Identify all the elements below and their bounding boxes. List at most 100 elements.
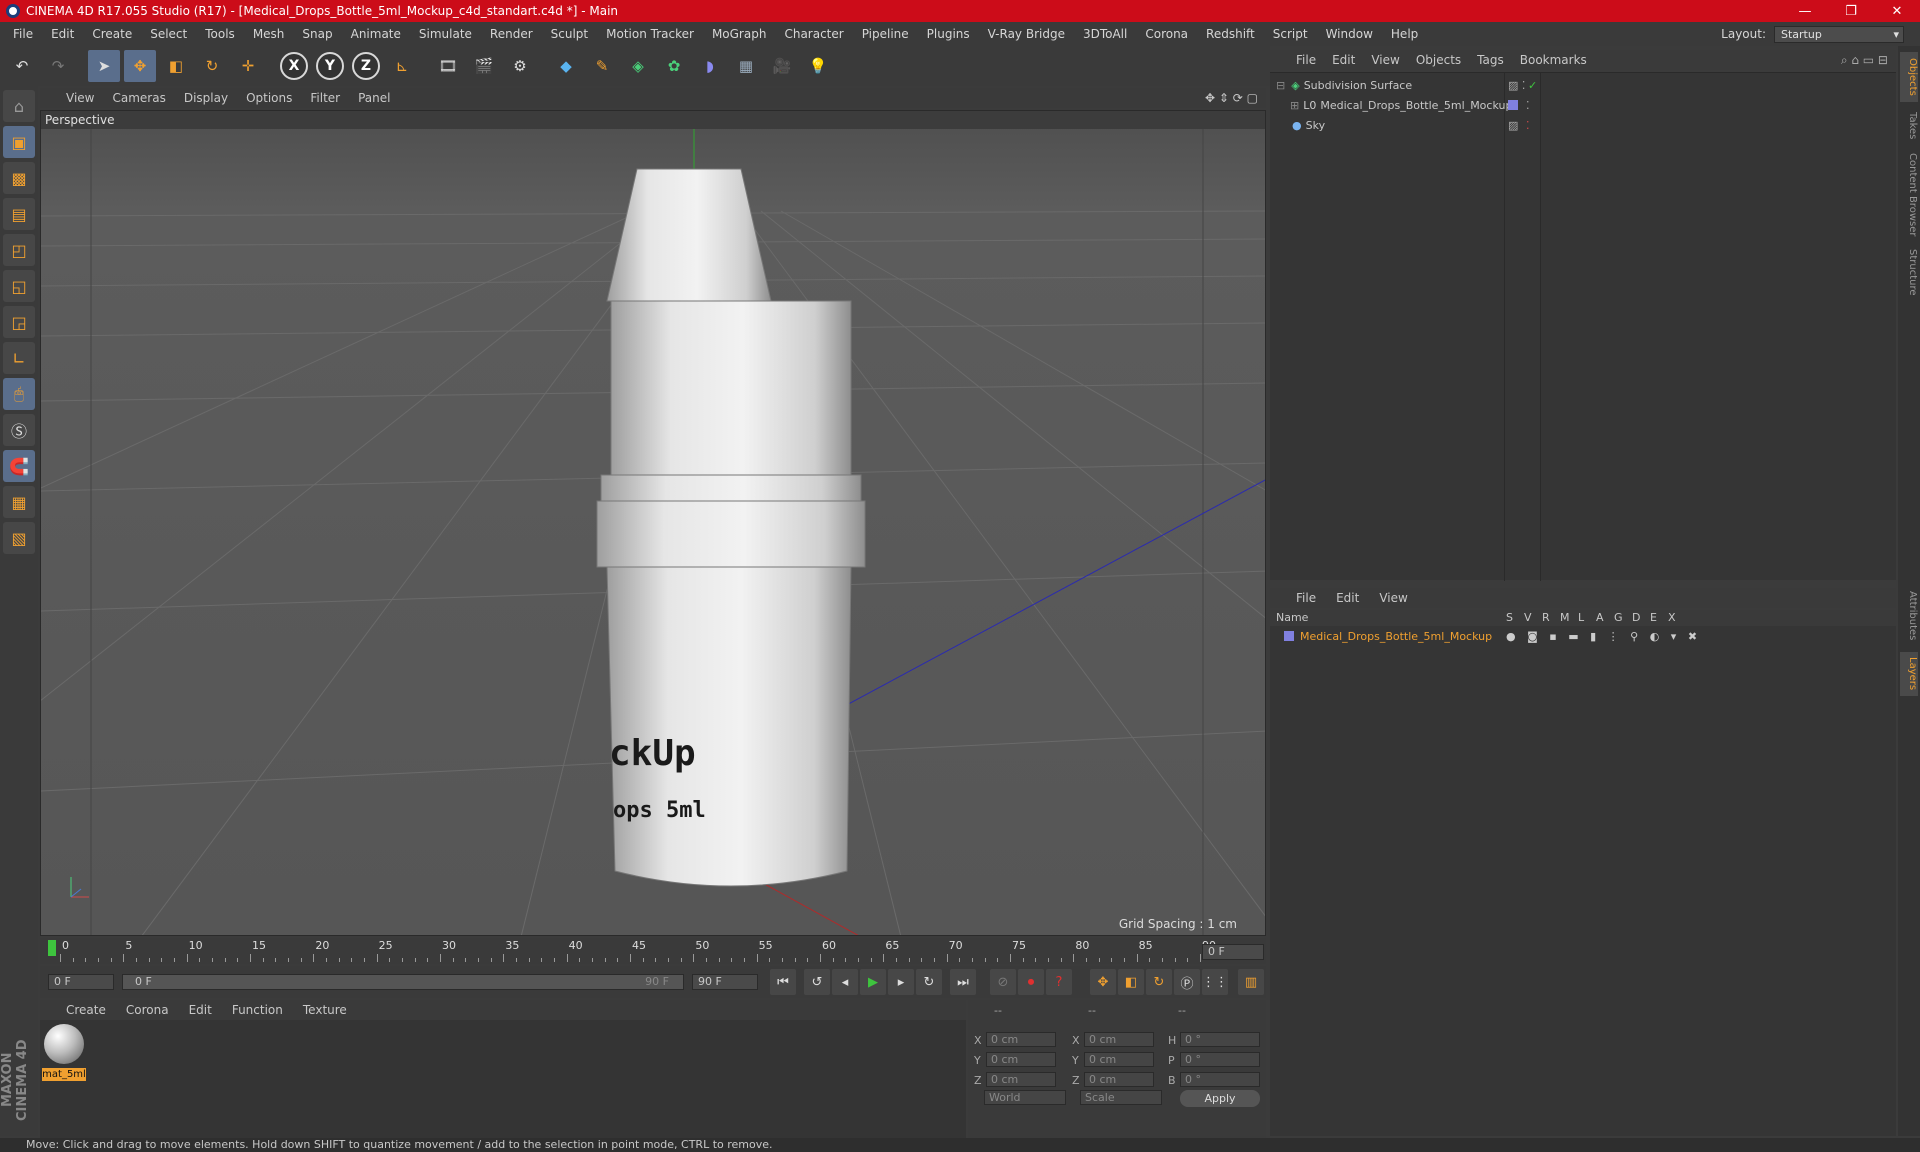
playhead-marker[interactable] — [48, 940, 56, 956]
material-preview-ball[interactable] — [44, 1024, 84, 1064]
enabled-check-icon[interactable]: ✓ — [1528, 79, 1537, 92]
menu-mograph[interactable]: MoGraph — [703, 27, 776, 41]
rotate-icon[interactable]: ↻ — [196, 50, 228, 82]
viewport-nav-icons[interactable]: ✥ ⇕ ⟳ ▢ — [1205, 91, 1258, 105]
layer-name[interactable]: Medical_Drops_Bottle_5ml_Mockup — [1300, 630, 1492, 643]
viewport-menu-options[interactable]: Options — [246, 91, 292, 105]
go-to-start-icon[interactable]: ⏮ — [770, 969, 796, 995]
size-x-field[interactable]: 0 cm — [1084, 1032, 1154, 1047]
menu-redshift[interactable]: Redshift — [1197, 27, 1264, 41]
3d-viewport[interactable]: ckUp ops 5ml Perspective Grid Spacing : … — [40, 110, 1266, 936]
menu-select[interactable]: Select — [141, 27, 196, 41]
menu-plugins[interactable]: Plugins — [918, 27, 979, 41]
menu-vray-bridge[interactable]: V-Ray Bridge — [979, 27, 1074, 41]
object-menu-file[interactable]: File — [1296, 53, 1316, 67]
next-frame-icon[interactable]: ▸ — [888, 969, 914, 995]
material-menu-texture[interactable]: Texture — [303, 1003, 347, 1017]
menu-motion-tracker[interactable]: Motion Tracker — [597, 27, 703, 41]
play-icon[interactable]: ▶ — [860, 969, 886, 995]
material-name-label[interactable]: mat_5ml — [42, 1068, 86, 1081]
select-arrow-icon[interactable]: ➤ — [88, 50, 120, 82]
edges-mode-icon[interactable]: ◱ — [3, 270, 35, 302]
menu-animate[interactable]: Animate — [342, 27, 410, 41]
current-frame-field[interactable]: 0 F — [1202, 944, 1264, 960]
menu-script[interactable]: Script — [1264, 27, 1317, 41]
close-button[interactable]: ✕ — [1874, 4, 1920, 19]
menu-snap[interactable]: Snap — [293, 27, 341, 41]
key-rotation-icon[interactable]: ↻ — [1146, 969, 1172, 995]
object-row[interactable]: ● Sky ▨ ⁚ — [1270, 115, 1896, 135]
apply-button[interactable]: Apply — [1180, 1090, 1260, 1107]
object-menu-bookmarks[interactable]: Bookmarks — [1520, 53, 1587, 67]
object-row[interactable]: ⊞ L0 Medical_Drops_Bottle_5ml_Mockup ⁚ — [1270, 95, 1896, 115]
render-view-icon[interactable]: 🎞 — [432, 50, 464, 82]
render-picture-viewer-icon[interactable]: 🎬 — [468, 50, 500, 82]
rotation-b-field[interactable]: 0 ° — [1180, 1072, 1260, 1087]
position-y-field[interactable]: 0 cm — [986, 1052, 1056, 1067]
size-mode-dropdown[interactable]: Scale — [1080, 1090, 1162, 1105]
key-scale-icon[interactable]: ◧ — [1118, 969, 1144, 995]
planar-workplane-icon[interactable]: ▧ — [3, 522, 35, 554]
model-mode-icon[interactable]: ▣ — [3, 126, 35, 158]
size-z-field[interactable]: 0 cm — [1084, 1072, 1154, 1087]
move-icon[interactable]: ✥ — [124, 50, 156, 82]
key-position-icon[interactable]: ✥ — [1090, 969, 1116, 995]
layer-flag-icons[interactable]: ● ◙ ▪ ▬ ▮ ⋮ ⚲ ◐ ▾ ✖ — [1506, 630, 1701, 643]
coord-mode-dropdown[interactable]: World — [984, 1090, 1066, 1105]
menu-3dtoall[interactable]: 3DToAll — [1074, 27, 1136, 41]
layer-menu-file[interactable]: File — [1296, 591, 1316, 605]
object-name[interactable]: Sky — [1306, 119, 1325, 132]
texture-mode-icon[interactable]: ▩ — [3, 162, 35, 194]
menu-character[interactable]: Character — [775, 27, 852, 41]
layer-row[interactable]: Medical_Drops_Bottle_5ml_Mockup ● ◙ ▪ ▬ … — [1270, 626, 1896, 646]
key-parameter-icon[interactable]: Ⓟ — [1174, 969, 1200, 995]
floor-icon[interactable]: ▦ — [730, 50, 762, 82]
auto-keying-icon[interactable]: ⏺ — [1018, 969, 1044, 995]
object-row[interactable]: ⊟ ◈ Subdivision Surface ▨ ⁚ ✓ — [1270, 75, 1896, 95]
material-menu-corona[interactable]: Corona — [126, 1003, 169, 1017]
position-z-field[interactable]: 0 cm — [986, 1072, 1056, 1087]
layer-color-swatch[interactable] — [1284, 631, 1294, 641]
layer-menu-edit[interactable]: Edit — [1336, 591, 1359, 605]
visibility-dots[interactable]: ▨ — [1508, 119, 1518, 132]
layout-dropdown[interactable]: Startup — [1774, 25, 1904, 43]
axis-mode-icon[interactable]: ∟ — [3, 342, 35, 374]
transform-icon[interactable]: ✛ — [232, 50, 264, 82]
previous-frame-icon[interactable]: ◂ — [832, 969, 858, 995]
lock-workplane-icon[interactable]: ▦ — [3, 486, 35, 518]
tab-attributes[interactable]: Attributes — [1900, 586, 1918, 646]
camera-icon[interactable]: 🎥 — [766, 50, 798, 82]
menu-create[interactable]: Create — [83, 27, 141, 41]
expand-toggle-icon[interactable]: ⊞ — [1290, 99, 1299, 112]
layer-menu-view[interactable]: View — [1379, 591, 1407, 605]
workplane-mode-icon[interactable]: ▤ — [3, 198, 35, 230]
viewport-menu-panel[interactable]: Panel — [358, 91, 390, 105]
render-settings-icon[interactable]: ⚙ — [504, 50, 536, 82]
menu-render[interactable]: Render — [481, 27, 542, 41]
viewport-menu-filter[interactable]: Filter — [310, 91, 340, 105]
make-editable-icon[interactable]: ⌂ — [3, 90, 35, 122]
rotation-h-field[interactable]: 0 ° — [1180, 1032, 1260, 1047]
magnet-icon[interactable]: 🧲 — [3, 450, 35, 482]
tab-content-browser[interactable]: Content Browser — [1900, 150, 1918, 240]
menu-window[interactable]: Window — [1317, 27, 1382, 41]
timeline-ruler[interactable]: 051015202530354045505560657075808590 0 F — [40, 938, 1266, 964]
undo-icon[interactable]: ↶ — [6, 50, 38, 82]
object-manager-search-icon[interactable]: ⌕ ⌂ ▭ ⊟ — [1841, 53, 1888, 68]
maximize-button[interactable]: ❐ — [1828, 4, 1874, 19]
next-key-icon[interactable]: ↻ — [916, 969, 942, 995]
menu-mesh[interactable]: Mesh — [244, 27, 294, 41]
viewport-menu-display[interactable]: Display — [184, 91, 228, 105]
start-frame-field[interactable]: 0 F — [48, 974, 114, 990]
y-axis-lock-button[interactable]: Y — [316, 52, 344, 80]
object-menu-view[interactable]: View — [1371, 53, 1399, 67]
object-menu-edit[interactable]: Edit — [1332, 53, 1355, 67]
menu-sculpt[interactable]: Sculpt — [542, 27, 597, 41]
z-axis-lock-button[interactable]: Z — [352, 52, 380, 80]
menu-pipeline[interactable]: Pipeline — [853, 27, 918, 41]
object-name[interactable]: Subdivision Surface — [1304, 79, 1412, 92]
viewport-menu-cameras[interactable]: Cameras — [112, 91, 165, 105]
collapse-toggle-icon[interactable]: ⊟ — [1276, 79, 1285, 92]
subdivision-icon[interactable]: ◈ — [622, 50, 654, 82]
menu-tools[interactable]: Tools — [196, 27, 244, 41]
